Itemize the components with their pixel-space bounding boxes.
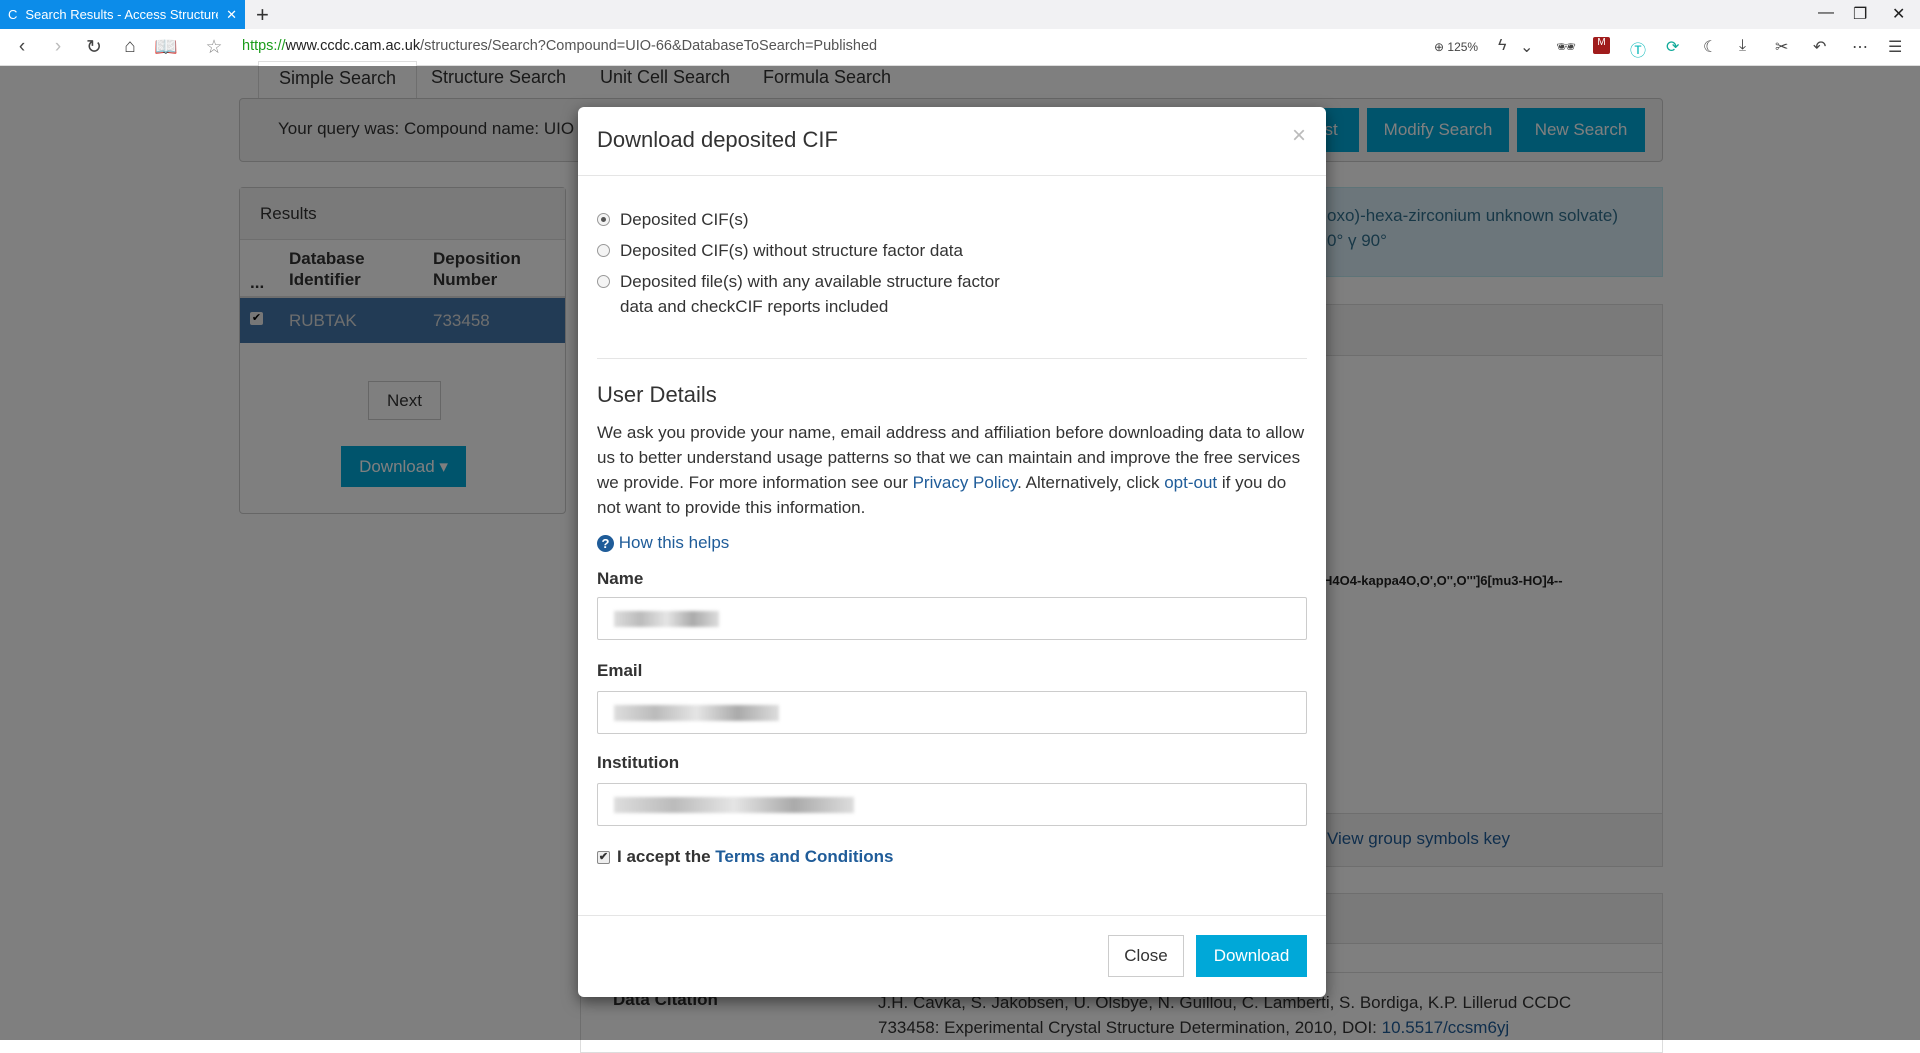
download-cif-modal: Download deposited CIF × Deposited CIF(s…: [578, 107, 1326, 997]
modal-footer-divider: [578, 915, 1326, 916]
translate-icon[interactable]: Ⓣ: [1630, 37, 1646, 61]
divider: [597, 358, 1307, 359]
scissors-icon[interactable]: ✂: [1775, 37, 1788, 57]
privacy-policy-link[interactable]: Privacy Policy: [913, 473, 1018, 492]
browser-tab-active[interactable]: C Search Results - Access Structures ✕: [0, 0, 245, 29]
browser-tab-bar: C Search Results - Access Structures ✕ + —…: [0, 0, 1920, 29]
bookmark-star-icon[interactable]: ☆: [196, 36, 232, 59]
restore-icon[interactable]: ❐: [1853, 4, 1867, 24]
url-field[interactable]: https://www.ccdc.cam.ac.uk/structures/Se…: [242, 38, 877, 54]
how-this-helps-link[interactable]: ? How this helps: [597, 533, 729, 553]
institution-label: Institution: [597, 753, 680, 772]
close-icon[interactable]: ×: [1292, 122, 1306, 150]
incognito-icon[interactable]: 🕶: [1556, 37, 1576, 57]
opt-out-link[interactable]: opt-out: [1164, 473, 1217, 492]
email-label: Email: [597, 661, 643, 680]
user-details-heading: User Details: [597, 382, 717, 407]
terms-link[interactable]: Terms and Conditions: [715, 847, 893, 866]
site-icon: C: [8, 7, 18, 22]
radio-deposited-cif[interactable]: Deposited CIF(s): [597, 207, 748, 232]
night-mode-icon[interactable]: ☾: [1703, 37, 1717, 57]
extension-m-icon[interactable]: M: [1593, 37, 1610, 54]
home-icon[interactable]: ⌂: [112, 36, 148, 58]
flash-icon[interactable]: ϟ: [1498, 37, 1506, 55]
reload-icon[interactable]: ↻: [76, 36, 112, 59]
radio-cif-without-sf[interactable]: Deposited CIF(s) without structure facto…: [597, 238, 963, 263]
download-button[interactable]: Download: [1196, 935, 1307, 977]
undo-icon[interactable]: ↶: [1813, 37, 1826, 57]
accept-terms: ✔ I accept the Terms and Conditions: [597, 847, 894, 866]
user-details-text: We ask you provide your name, email addr…: [597, 423, 1305, 517]
menu-icon[interactable]: ☰: [1888, 37, 1902, 57]
more-icon[interactable]: ⋯: [1852, 37, 1868, 57]
download-icon[interactable]: ⤓: [1739, 37, 1746, 55]
forward-icon[interactable]: ›: [40, 36, 76, 58]
sync-icon[interactable]: ⟳: [1666, 37, 1679, 57]
email-input[interactable]: [597, 691, 1307, 734]
chevron-down-icon[interactable]: ⌄: [1520, 37, 1533, 57]
close-tab-icon[interactable]: ✕: [226, 7, 237, 23]
accept-terms-checkbox[interactable]: ✔: [597, 850, 610, 864]
institution-input[interactable]: [597, 783, 1307, 826]
close-button[interactable]: Close: [1108, 935, 1184, 977]
back-icon[interactable]: ‹: [4, 36, 40, 58]
name-input[interactable]: [597, 597, 1307, 640]
radio-files-with-checkcif[interactable]: Deposited file(s) with any available str…: [597, 269, 1000, 319]
name-label: Name: [597, 569, 644, 588]
question-circle-icon: ?: [597, 535, 614, 552]
close-window-icon[interactable]: ✕: [1892, 4, 1905, 24]
reader-icon[interactable]: 📖: [148, 35, 184, 59]
modal-title: Download deposited CIF: [578, 107, 1326, 176]
new-tab-button[interactable]: +: [256, 2, 269, 28]
minimize-icon[interactable]: —: [1818, 4, 1834, 22]
zoom-icon[interactable]: ⊕ 125%: [1434, 40, 1478, 54]
